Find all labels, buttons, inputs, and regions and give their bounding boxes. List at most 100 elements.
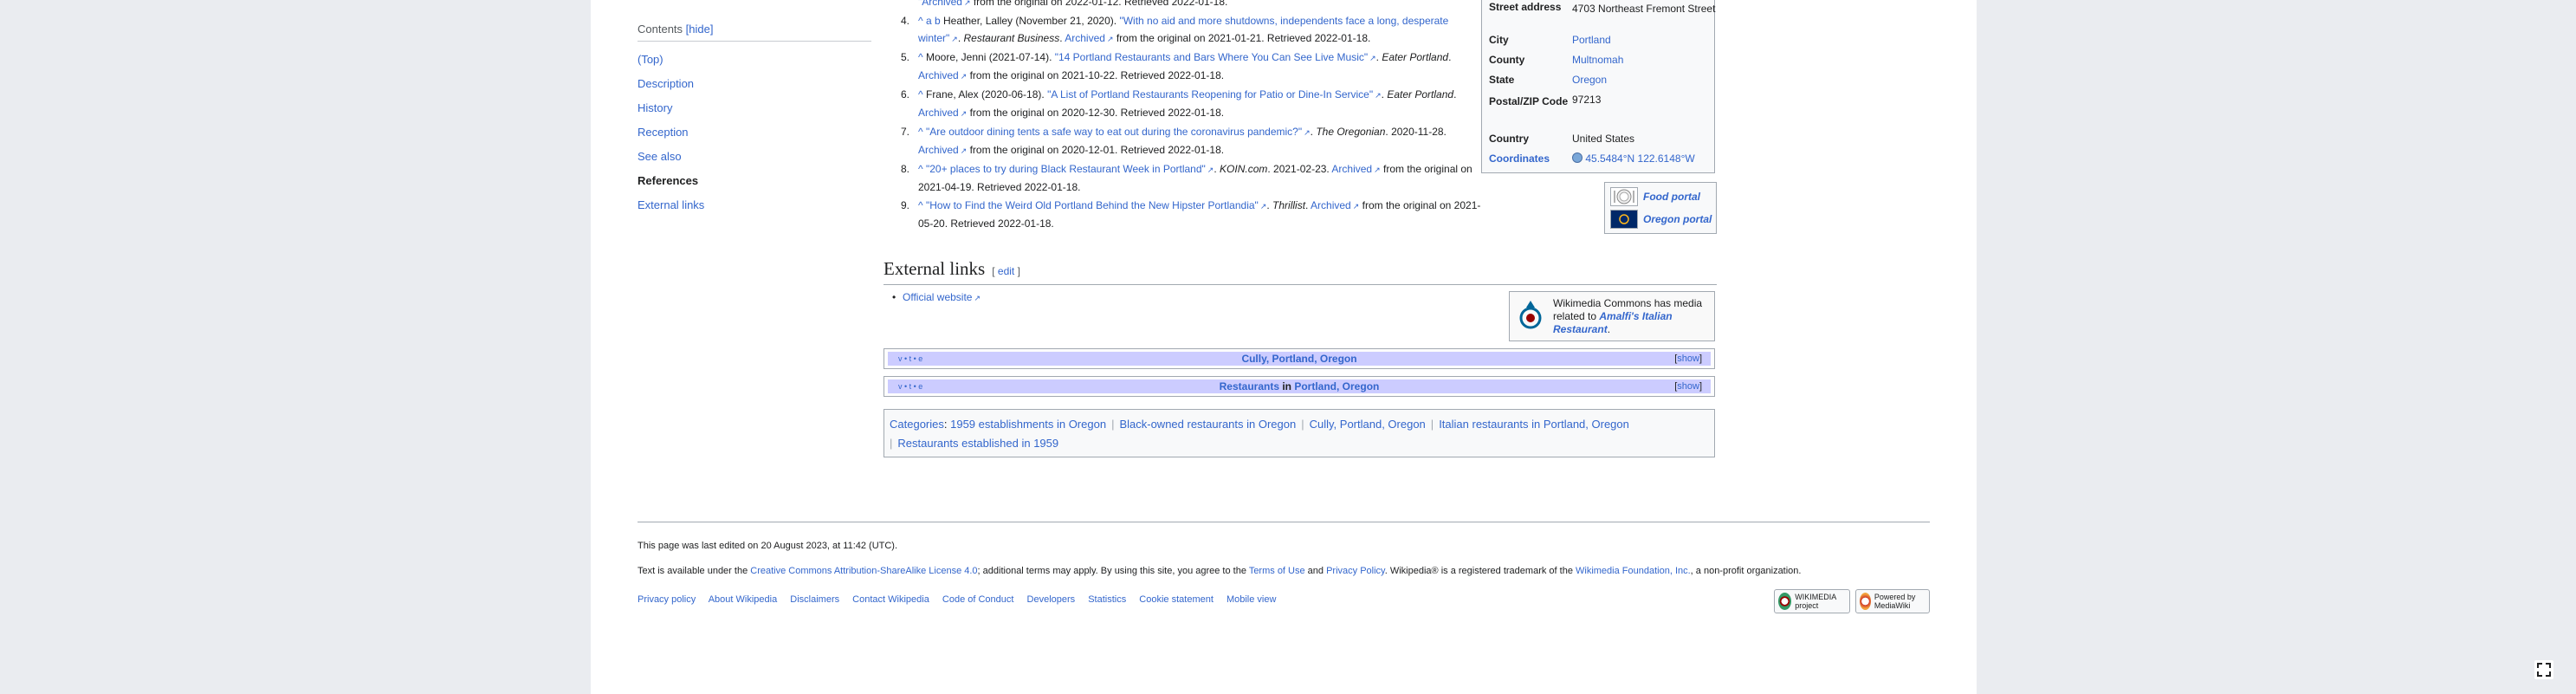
toc-item-reception[interactable]: Reception xyxy=(638,126,871,139)
wikimedia-project-badge[interactable]: WIKIMEDIA project xyxy=(1774,589,1850,613)
reference-date: 2020-11-28. xyxy=(1391,125,1447,138)
footer-link-disclaimers[interactable]: Disclaimers xyxy=(790,594,839,605)
category-link[interactable]: Cully, Portland, Oregon xyxy=(1310,418,1426,431)
reference-item: 7. ^ "Are outdoor dining tents a safe wa… xyxy=(883,123,1490,160)
toc-item-description[interactable]: Description xyxy=(638,77,871,90)
navbox-title-link[interactable]: Restaurants xyxy=(1220,380,1279,392)
reference-tail: from the original on 2021-10-22. Retriev… xyxy=(967,69,1225,81)
reference-title-link[interactable]: "14 Portland Restaurants and Bars Where … xyxy=(1055,51,1368,63)
reference-archived-link[interactable]: Archived xyxy=(1065,32,1105,44)
categories-label-link[interactable]: Categories xyxy=(890,418,944,431)
section-edit: [ edit ] xyxy=(992,265,1020,277)
reference-backlink[interactable]: ^ a b xyxy=(918,15,941,27)
powered-by-mediawiki-badge[interactable]: Powered by MediaWiki xyxy=(1855,589,1930,613)
footer-link-statistics[interactable]: Statistics xyxy=(1088,594,1126,605)
navbox-cully: v • t • e Cully, Portland, Oregon [show] xyxy=(883,348,1715,369)
terms-link[interactable]: Terms of Use xyxy=(1249,566,1305,576)
reference-tail: from the original on 2021-01-21. Retriev… xyxy=(1113,32,1371,44)
reference-backlink[interactable]: ^ xyxy=(918,199,923,211)
category-link[interactable]: Black-owned restaurants in Oregon xyxy=(1119,418,1296,431)
reference-backlink[interactable]: ^ xyxy=(918,163,923,175)
reference-archived-link[interactable]: Archived xyxy=(1331,163,1372,175)
reference-number: 5. xyxy=(901,50,910,63)
fullscreen-icon[interactable] xyxy=(2534,660,2553,679)
reference-archived-link[interactable]: Archived xyxy=(918,144,959,156)
reference-archived-link[interactable]: Archived xyxy=(918,69,959,81)
footer-link-mobile-view[interactable]: Mobile view xyxy=(1227,594,1276,605)
infobox-label-link[interactable]: Coordinates xyxy=(1489,152,1572,165)
toc-item-see-also[interactable]: See also xyxy=(638,150,871,163)
reference-title-link[interactable]: "How to Find the Weird Old Portland Behi… xyxy=(926,199,1259,211)
toc-hide-link[interactable]: [hide] xyxy=(686,23,714,36)
reference-number: 4. xyxy=(901,14,910,27)
foundation-link[interactable]: Wikimedia Foundation, Inc. xyxy=(1576,566,1691,576)
toc-item-top[interactable]: (Top) xyxy=(638,53,871,66)
footer-link-code-of-conduct[interactable]: Code of Conduct xyxy=(942,594,1014,605)
reference-work: Eater Portland xyxy=(1382,50,1449,63)
edit-link[interactable]: edit xyxy=(998,265,1014,277)
navbox-show-button[interactable]: show xyxy=(1677,381,1699,392)
reference-tail: from the original on 2020-12-01. Retriev… xyxy=(967,144,1225,156)
reference-title-link[interactable]: "20+ places to try during Black Restaura… xyxy=(926,163,1206,175)
infobox-value: United States xyxy=(1572,133,1635,145)
category-link[interactable]: 1959 establishments in Oregon xyxy=(950,418,1106,431)
portal-oregon[interactable]: Oregon portal xyxy=(1610,209,1712,230)
reference-backlink[interactable]: ^ xyxy=(918,88,923,101)
infobox-label: State xyxy=(1489,74,1515,86)
license-link[interactable]: Creative Commons Attribution-ShareAlike … xyxy=(750,566,977,576)
mediawiki-logo-icon xyxy=(1860,593,1871,610)
navbox-title-link[interactable]: Cully, Portland, Oregon xyxy=(1241,353,1356,365)
navbox-title-link[interactable]: Portland, Oregon xyxy=(1294,380,1379,392)
reference-backlink[interactable]: ^ xyxy=(918,51,923,63)
reference-backlink[interactable]: ^ xyxy=(918,126,923,138)
navbox-restaurants: v • t • e Restaurants in Portland, Orego… xyxy=(883,376,1715,397)
reference-work: KOIN.com xyxy=(1220,162,1268,175)
footer-link-privacy[interactable]: Privacy policy xyxy=(638,594,696,605)
external-link-icon: ↗ xyxy=(974,294,981,302)
reference-archived-link[interactable]: Archived xyxy=(918,107,959,119)
footer-license: Text is available under the Creative Com… xyxy=(638,566,1801,576)
globe-icon xyxy=(1572,152,1582,163)
footer-link-cookie[interactable]: Cookie statement xyxy=(1139,594,1214,605)
infobox-value-link[interactable]: Oregon xyxy=(1572,74,1719,86)
portal-food[interactable]: Food portal xyxy=(1610,186,1700,207)
reference-archived-link[interactable]: Archived xyxy=(1311,199,1351,211)
footer-link-developers[interactable]: Developers xyxy=(1027,594,1076,605)
infobox-value-link[interactable]: Portland xyxy=(1572,34,1719,46)
navbox-header: v • t • e Restaurants in Portland, Orego… xyxy=(888,379,1711,393)
reference-title-link[interactable]: "A List of Portland Restaurants Reopenin… xyxy=(1047,88,1373,101)
toc-item-references[interactable]: References xyxy=(638,174,871,187)
wikimedia-logo-icon xyxy=(1778,593,1792,610)
license-text: ; additional terms may apply. By using t… xyxy=(977,566,1249,576)
reference-number: 7. xyxy=(901,125,910,138)
infobox-value-link[interactable]: Multnomah xyxy=(1572,54,1719,66)
reference-number: 8. xyxy=(901,162,910,175)
external-links-list: Official website↗ xyxy=(892,291,981,303)
external-link-icon: ↗ xyxy=(1375,90,1382,100)
privacy-link[interactable]: Privacy Policy xyxy=(1326,566,1385,576)
navbox-toggle: [show] xyxy=(1674,353,1702,364)
portal-food-label[interactable]: Food portal xyxy=(1643,191,1700,203)
toc-item-external-links[interactable]: External links xyxy=(638,198,871,211)
official-website-link[interactable]: Official website xyxy=(903,291,972,303)
category-link[interactable]: Restaurants established in 1959 xyxy=(897,437,1058,450)
external-link-icon: ↗ xyxy=(1259,201,1267,211)
portal-oregon-label[interactable]: Oregon portal xyxy=(1643,213,1712,225)
navbox-toggle: [show] xyxy=(1674,381,1702,392)
navbox-show-button[interactable]: show xyxy=(1677,353,1699,364)
coordinates-link[interactable]: 45.5484°N 122.6148°W xyxy=(1585,152,1694,165)
reference-archived-link[interactable]: Archived xyxy=(922,0,962,8)
external-link-icon: ↗ xyxy=(963,0,971,7)
reference-title-link[interactable]: "Are outdoor dining tents a safe way to … xyxy=(926,126,1302,138)
reference-work: Thrillist xyxy=(1272,198,1306,211)
navbox-title: Restaurants in Portland, Oregon xyxy=(888,380,1711,392)
external-link-icon: ↗ xyxy=(951,35,958,43)
toc-item-history[interactable]: History xyxy=(638,101,871,114)
toc-title: Contents xyxy=(638,23,683,36)
footer-link-contact[interactable]: Contact Wikipedia xyxy=(852,594,929,605)
footer-link-about[interactable]: About Wikipedia xyxy=(709,594,778,605)
license-text: and xyxy=(1304,566,1327,576)
reference-work: Eater Portland xyxy=(1387,88,1454,101)
category-link[interactable]: Italian restaurants in Portland, Oregon xyxy=(1439,418,1629,431)
navbox-header: v • t • e Cully, Portland, Oregon [show] xyxy=(888,352,1711,366)
